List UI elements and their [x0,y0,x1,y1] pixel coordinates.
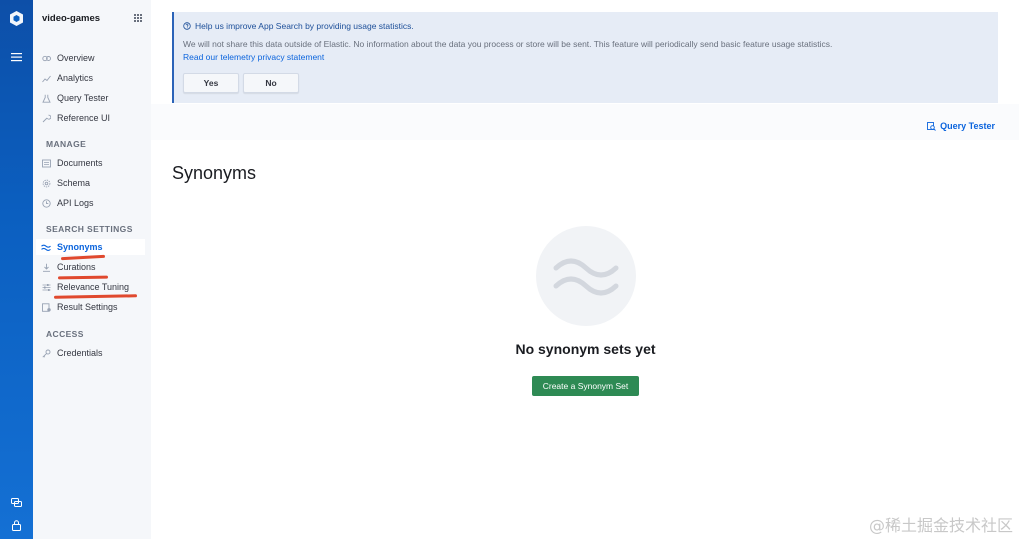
sidebar-item-api-logs[interactable]: API Logs [41,195,145,211]
sidebar-item-label: Reference UI [57,113,111,123]
sidebar-item-relevance-tuning[interactable]: Relevance Tuning [41,279,145,295]
telemetry-callout: Help us improve App Search by providing … [172,12,998,103]
page-header-bar: Query Tester [151,104,1019,140]
sidebar-item-label: Overview [57,53,95,63]
synonyms-empty-icon [553,258,619,296]
sidebar-item-synonyms[interactable]: Synonyms [36,239,145,255]
gear-icon [41,178,51,188]
section-title-access: ACCESS [46,329,84,339]
no-button[interactable]: No [243,73,299,93]
callout-body: We will not share this data outside of E… [183,39,833,49]
sidebar-item-label: Synonyms [57,242,103,252]
menu-icon[interactable] [11,52,22,62]
sidebar-item-label: Curations [57,262,96,272]
app-name[interactable]: video-games [42,13,100,24]
synonyms-icon [41,242,51,252]
section-title-search-settings: SEARCH SETTINGS [46,224,133,234]
sidebar-item-overview[interactable]: Overview [41,50,145,66]
sidebar-item-label: Credentials [57,348,103,358]
query-tester-icon [927,121,936,131]
documents-icon [41,158,51,168]
sidebar-item-curations[interactable]: Curations [41,259,145,275]
sidebar-item-schema[interactable]: Schema [41,175,145,191]
chat-icon[interactable] [10,496,23,509]
sidebar-item-result-settings[interactable]: Result Settings [41,299,145,315]
sidebar-item-label: Documents [57,158,103,168]
sidebar-item-query-tester[interactable]: Query Tester [41,90,145,106]
result-settings-icon [41,302,51,312]
flask-icon [41,93,51,103]
overview-icon [41,53,51,63]
lock-icon[interactable] [10,519,23,532]
key-icon [41,348,51,358]
sidebar-item-label: Analytics [57,73,94,83]
query-tester-label: Query Tester [940,121,995,131]
analytics-icon [41,73,51,83]
callout-title-text: Help us improve App Search by providing … [195,21,414,31]
sliders-icon [41,282,51,292]
sidebar-item-label: API Logs [57,198,94,208]
sidebar-item-label: Schema [57,178,91,188]
yes-button[interactable]: Yes [183,73,239,93]
wrench-icon [41,113,51,123]
privacy-statement-link[interactable]: Read our telemetry privacy statement [183,52,324,62]
sidebar-item-label: Query Tester [57,93,109,103]
app-search-logo-icon[interactable] [8,10,25,27]
sidebar-item-credentials[interactable]: Credentials [41,345,145,361]
watermark: @稀土掘金技术社区 [868,516,1013,535]
curations-icon [41,262,51,272]
query-tester-link[interactable]: Query Tester [927,121,995,131]
grid-icon[interactable] [134,14,142,22]
sidebar-item-label: Result Settings [57,302,118,312]
empty-state-illustration [536,226,636,326]
page-title: Synonyms [172,163,257,183]
sidebar-item-analytics[interactable]: Analytics [41,70,145,86]
app-rail [0,0,33,539]
clock-icon [41,198,51,208]
create-synonym-set-button[interactable]: Create a Synonym Set [532,376,639,396]
sidebar-item-documents[interactable]: Documents [41,155,145,171]
empty-state-title: No synonym sets yet [515,341,656,357]
callout-title: Help us improve App Search by providing … [183,21,414,31]
section-title-manage: MANAGE [46,139,87,149]
sidebar-item-reference-ui[interactable]: Reference UI [41,110,145,126]
sidebar: video-games Overview Analytics Query Tes… [33,0,151,539]
help-icon [183,22,191,30]
sidebar-item-label: Relevance Tuning [57,282,130,292]
